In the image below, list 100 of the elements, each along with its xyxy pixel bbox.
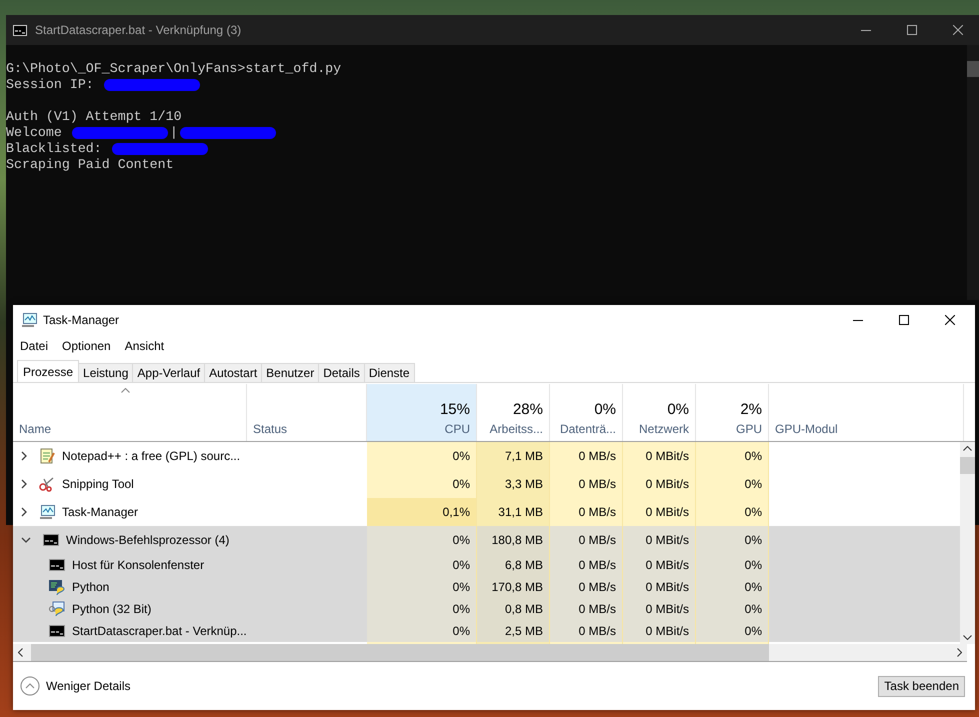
scrollbar-thumb[interactable] xyxy=(960,457,975,474)
maximize-icon[interactable] xyxy=(907,25,917,35)
process-name: Snipping Tool xyxy=(62,477,134,491)
table-cell: 0% xyxy=(696,526,769,554)
column-label: Name xyxy=(19,422,52,436)
chevron-right-icon[interactable] xyxy=(21,507,27,517)
scrollbar[interactable] xyxy=(13,644,967,662)
table-cell: 170,8 MB xyxy=(477,576,550,598)
table-cell: 0 MBit/s xyxy=(623,576,696,598)
window-title: Task-Manager xyxy=(43,313,120,327)
end-task-button[interactable]: Task beenden xyxy=(878,676,965,696)
table-cell: 0% xyxy=(367,442,477,470)
chevron-left-icon[interactable] xyxy=(18,648,23,657)
monitor-chart-icon xyxy=(21,313,37,327)
process-row[interactable]: Host für Konsolenfenster 0% 6,8 MB 0 MB/s 0 MBit/s 0% xyxy=(13,554,960,576)
process-name: Windows-Befehlsprozessor (4) xyxy=(66,533,230,547)
console-text: | xyxy=(170,125,178,141)
table-cell: 3,3 MB xyxy=(477,470,550,498)
column-header[interactable]: 0% Netzwerk xyxy=(623,384,696,441)
scrollbar[interactable] xyxy=(960,442,975,644)
console-text: Scraping Paid Content xyxy=(6,157,174,173)
python-icon xyxy=(49,579,65,595)
menu-item[interactable]: Datei xyxy=(20,339,48,353)
process-name: Host für Konsolenfenster xyxy=(72,558,204,572)
column-header[interactable]: Name xyxy=(13,384,247,441)
usage-percent: 0% xyxy=(594,401,616,418)
column-label: Status xyxy=(253,422,288,436)
table-cell: 0 MBit/s xyxy=(623,498,696,526)
usage-percent: 0% xyxy=(667,401,689,418)
tab[interactable]: Leistung xyxy=(79,363,134,382)
table-cell: 0% xyxy=(696,442,769,470)
table-cell: 0% xyxy=(367,526,477,554)
chevron-right-icon[interactable] xyxy=(21,479,27,489)
process-row[interactable]: Notepad++ : a free (GPL) sourc... 0% 7,1 MB 0 MB/s 0 MBit/s 0% xyxy=(13,442,960,470)
column-label: GPU-Modul xyxy=(775,422,838,436)
tab[interactable]: Details xyxy=(319,363,365,382)
table-cell: 0% xyxy=(367,620,477,642)
close-icon[interactable] xyxy=(945,315,955,325)
column-header[interactable]: 28% Arbeitss... xyxy=(477,384,550,441)
close-icon[interactable] xyxy=(953,25,963,35)
table-cell: 0,8 MB xyxy=(477,598,550,620)
chevron-down-icon[interactable] xyxy=(963,635,972,640)
notepad-icon xyxy=(39,448,55,464)
table-cell: 6,8 MB xyxy=(477,554,550,576)
tab[interactable]: Benutzer xyxy=(262,363,320,382)
table-cell: 0 MBit/s xyxy=(623,442,696,470)
process-row[interactable]: Windows-Befehlsprozessor (4) 0% 180,8 MB 0 MB/s 0 MBit/s 0% xyxy=(13,526,960,554)
table-cell: 0 MB/s xyxy=(550,498,623,526)
table-cell: 0% xyxy=(696,598,769,620)
process-row[interactable]: Python (32 Bit) 0% 0,8 MB 0 MB/s 0 MBit/s 0% xyxy=(13,598,960,620)
process-row[interactable]: Snipping Tool 0% 3,3 MB 0 MB/s 0 MBit/s 0% xyxy=(13,470,960,498)
table-cell: 0 MB/s xyxy=(550,554,623,576)
chevron-down-icon[interactable] xyxy=(21,537,31,543)
window-title: StartDatascraper.bat - Verknüpfung (3) xyxy=(35,23,242,37)
chevron-up-circle-icon xyxy=(20,676,40,696)
table-cell: 0% xyxy=(696,470,769,498)
scrollbar-thumb[interactable] xyxy=(31,644,769,661)
table-cell: 0% xyxy=(367,554,477,576)
table-cell: 0 MBit/s xyxy=(623,526,696,554)
process-row[interactable]: Python 0% 170,8 MB 0 MB/s 0 MBit/s 0% xyxy=(13,576,960,598)
column-header[interactable]: 0% Datenträ... xyxy=(550,384,623,441)
table-cell: 0 MBit/s xyxy=(623,598,696,620)
process-name: Notepad++ : a free (GPL) sourc... xyxy=(62,449,240,463)
column-label: Netzwerk xyxy=(638,422,689,436)
usage-percent: 15% xyxy=(440,401,470,418)
tab[interactable]: App-Verlauf xyxy=(133,363,206,382)
monitor-chart-icon xyxy=(39,505,55,519)
maximize-icon[interactable] xyxy=(899,315,909,325)
console-text: G:\Photo\_OF_Scraper\OnlyFans>start_ofd.py xyxy=(6,61,342,77)
chevron-right-icon[interactable] xyxy=(21,451,27,461)
tab[interactable]: Dienste xyxy=(364,363,415,382)
table-cell: 0,1% xyxy=(367,498,477,526)
table-cell: 180,8 MB xyxy=(477,526,550,554)
table-cell: 0% xyxy=(696,620,769,642)
column-label: GPU xyxy=(736,422,762,436)
python-icon xyxy=(49,601,65,617)
chevron-right-icon[interactable] xyxy=(957,648,962,657)
tab[interactable]: Autostart xyxy=(205,363,262,382)
process-name: Task-Manager xyxy=(62,505,138,519)
scrollbar[interactable] xyxy=(967,45,979,300)
process-row[interactable]: StartDatascraper.bat - Verknüp... 0% 2,5 MB 0 MB/s 0 MBit/s 0% xyxy=(13,620,960,642)
menu-item[interactable]: Ansicht xyxy=(124,339,164,353)
scrollbar-thumb[interactable] xyxy=(967,61,979,77)
table-cell: 0% xyxy=(367,598,477,620)
table-cell: 0% xyxy=(367,470,477,498)
chevron-up-icon[interactable] xyxy=(963,446,972,451)
table-cell: 0% xyxy=(696,498,769,526)
column-header[interactable]: 15% CPU xyxy=(367,384,477,441)
process-row[interactable]: Task-Manager 0,1% 31,1 MB 0 MB/s 0 MBit/s 0% xyxy=(13,498,960,526)
column-header[interactable]: GPU-Modul xyxy=(769,384,964,441)
console-icon xyxy=(13,24,27,36)
scissors-icon xyxy=(39,476,55,492)
column-label: CPU xyxy=(444,422,470,436)
fewer-details-link[interactable]: Weniger Details xyxy=(20,676,130,696)
menu-item[interactable]: Optionen xyxy=(62,339,111,353)
table-cell: 0 MBit/s xyxy=(623,470,696,498)
tab[interactable]: Prozesse xyxy=(17,360,80,382)
column-header[interactable]: 2% GPU xyxy=(696,384,769,441)
column-label: Datenträ... xyxy=(560,422,616,436)
console-text: Welcome xyxy=(6,125,63,141)
